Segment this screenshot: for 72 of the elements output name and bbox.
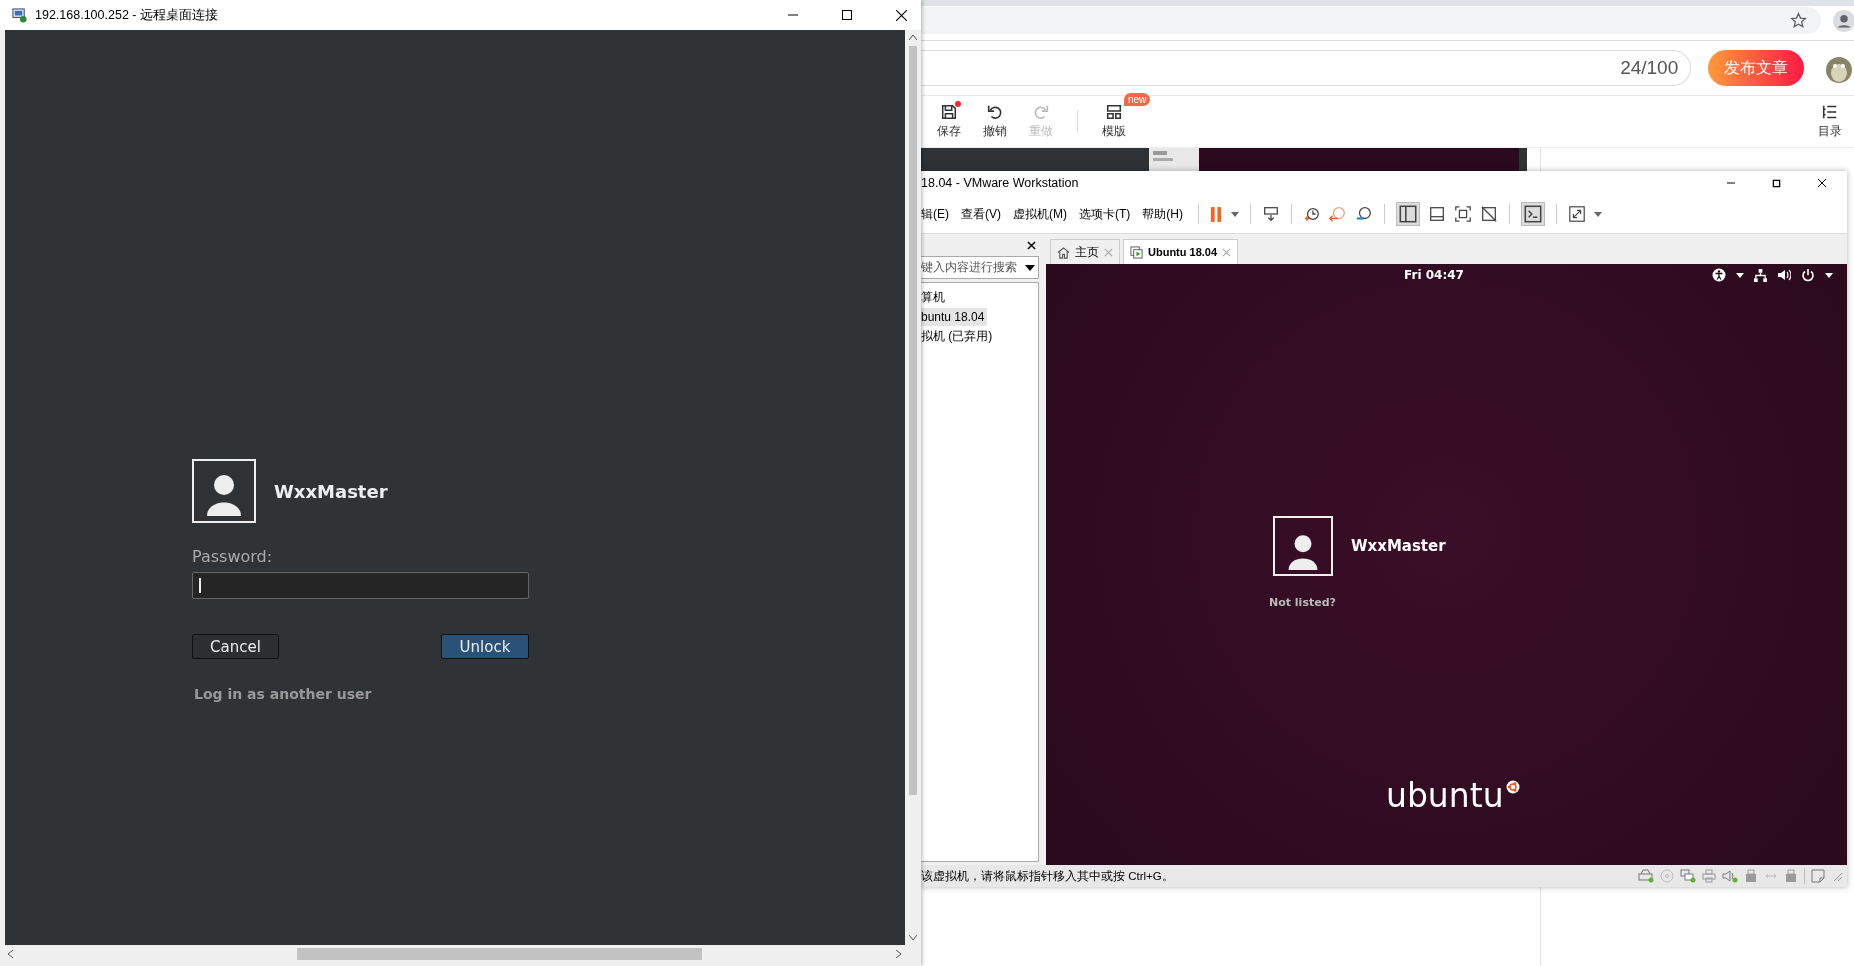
caret-icon[interactable] xyxy=(1736,272,1744,278)
tab[interactable]: Ubuntu 18.04 xyxy=(1123,239,1239,264)
snapshot-manager-icon[interactable] xyxy=(1355,205,1373,223)
window-title: 192.168.100.252 - 远程桌面连接 xyxy=(35,6,218,24)
scroll-right-icon[interactable] xyxy=(896,949,901,958)
search-dropdown[interactable]: 键入内容进行搜索 xyxy=(921,256,1039,279)
new-badge: new xyxy=(1124,92,1151,106)
vm-icon xyxy=(1130,245,1143,259)
home-icon xyxy=(1057,245,1070,259)
tab[interactable]: 主页 xyxy=(1050,239,1120,264)
resize-grip-icon[interactable] xyxy=(1831,870,1843,882)
scroll-down-icon[interactable] xyxy=(909,935,917,940)
speaker-icon[interactable] xyxy=(1722,869,1738,883)
network-icon[interactable] xyxy=(1754,268,1767,282)
menu-item[interactable]: 辑(E) xyxy=(921,205,949,223)
save-icon xyxy=(940,102,958,121)
profile-icon[interactable] xyxy=(1833,10,1854,32)
caret-icon[interactable] xyxy=(1825,272,1833,278)
sidebar-view-icon[interactable] xyxy=(1396,202,1420,226)
status-message: 该虚拟机，请将鼠标指针移入其中或按 Ctrl+G。 xyxy=(921,868,1174,884)
password-label: Password: xyxy=(192,547,273,566)
revert-snapshot-icon[interactable] xyxy=(1329,205,1347,223)
tree-item[interactable]: 拟机 (已弃用) xyxy=(921,326,996,347)
user-icon xyxy=(1286,534,1320,572)
snapshot-icon[interactable] xyxy=(1303,205,1321,223)
accessibility-icon[interactable] xyxy=(1712,268,1726,282)
menu-item[interactable]: 帮助(H) xyxy=(1142,205,1183,223)
not-listed-link[interactable]: Not listed? xyxy=(1269,596,1336,609)
close-icon[interactable] xyxy=(896,9,907,21)
remote-desktop-icon xyxy=(12,7,27,23)
close-icon[interactable] xyxy=(1027,240,1036,250)
ubuntu-logo: ubuntu xyxy=(1386,776,1520,815)
panel-view-icon[interactable] xyxy=(1428,205,1446,223)
toolbar-button[interactable]: 撤销 xyxy=(979,102,1011,140)
maximize-icon[interactable] xyxy=(1772,178,1781,188)
scroll-up-icon[interactable] xyxy=(909,35,917,40)
user-icon xyxy=(204,474,244,518)
cancel-button[interactable]: Cancel xyxy=(192,634,279,659)
menu-item[interactable]: 虚拟机(M) xyxy=(1013,205,1067,223)
template-icon xyxy=(1105,102,1123,121)
send-keys-icon[interactable] xyxy=(1262,205,1280,223)
close-icon[interactable] xyxy=(1817,178,1827,188)
user-name: WxxMaster xyxy=(274,480,388,502)
console-icon[interactable] xyxy=(1521,202,1545,226)
search-placeholder: 键入内容进行搜索 xyxy=(921,260,1017,275)
tree-item[interactable]: buntu 18.04 xyxy=(921,308,988,326)
outline-button[interactable]: 目录 xyxy=(1814,102,1846,140)
note-icon[interactable] xyxy=(1811,869,1825,883)
user-avatar[interactable] xyxy=(1273,516,1333,576)
menu-item[interactable]: 选项卡(T) xyxy=(1079,205,1131,223)
pause-icon[interactable] xyxy=(1210,205,1223,223)
scroll-left-icon[interactable] xyxy=(8,949,13,958)
clock: Fri 04:47 xyxy=(1404,268,1464,282)
user-name: WxxMaster xyxy=(1351,537,1446,555)
unlock-button[interactable]: Unlock xyxy=(441,634,529,659)
dropdown-arrow-icon xyxy=(1025,264,1035,271)
switch-user-link[interactable]: Log in as another user xyxy=(194,686,372,702)
circle-of-friends-icon xyxy=(1505,780,1520,794)
menu-item[interactable]: 查看(V) xyxy=(961,205,1001,223)
star-icon[interactable] xyxy=(1790,12,1807,29)
power-icon[interactable] xyxy=(1801,268,1815,282)
tree-item[interactable]: 算机 xyxy=(921,287,948,308)
window-title: 18.04 - VMware Workstation xyxy=(921,176,1079,190)
network-adapter-icon[interactable] xyxy=(1680,869,1696,883)
toolbar-button[interactable]: 保存 xyxy=(933,102,965,140)
character-counter: 24/100 xyxy=(1620,57,1679,79)
password-field[interactable] xyxy=(192,572,529,599)
fullscreen-icon[interactable] xyxy=(1568,205,1586,223)
notification-dot xyxy=(955,100,961,107)
maximize-icon[interactable] xyxy=(842,10,852,20)
volume-icon[interactable] xyxy=(1777,268,1791,282)
fit-screen-icon[interactable] xyxy=(1454,205,1472,223)
